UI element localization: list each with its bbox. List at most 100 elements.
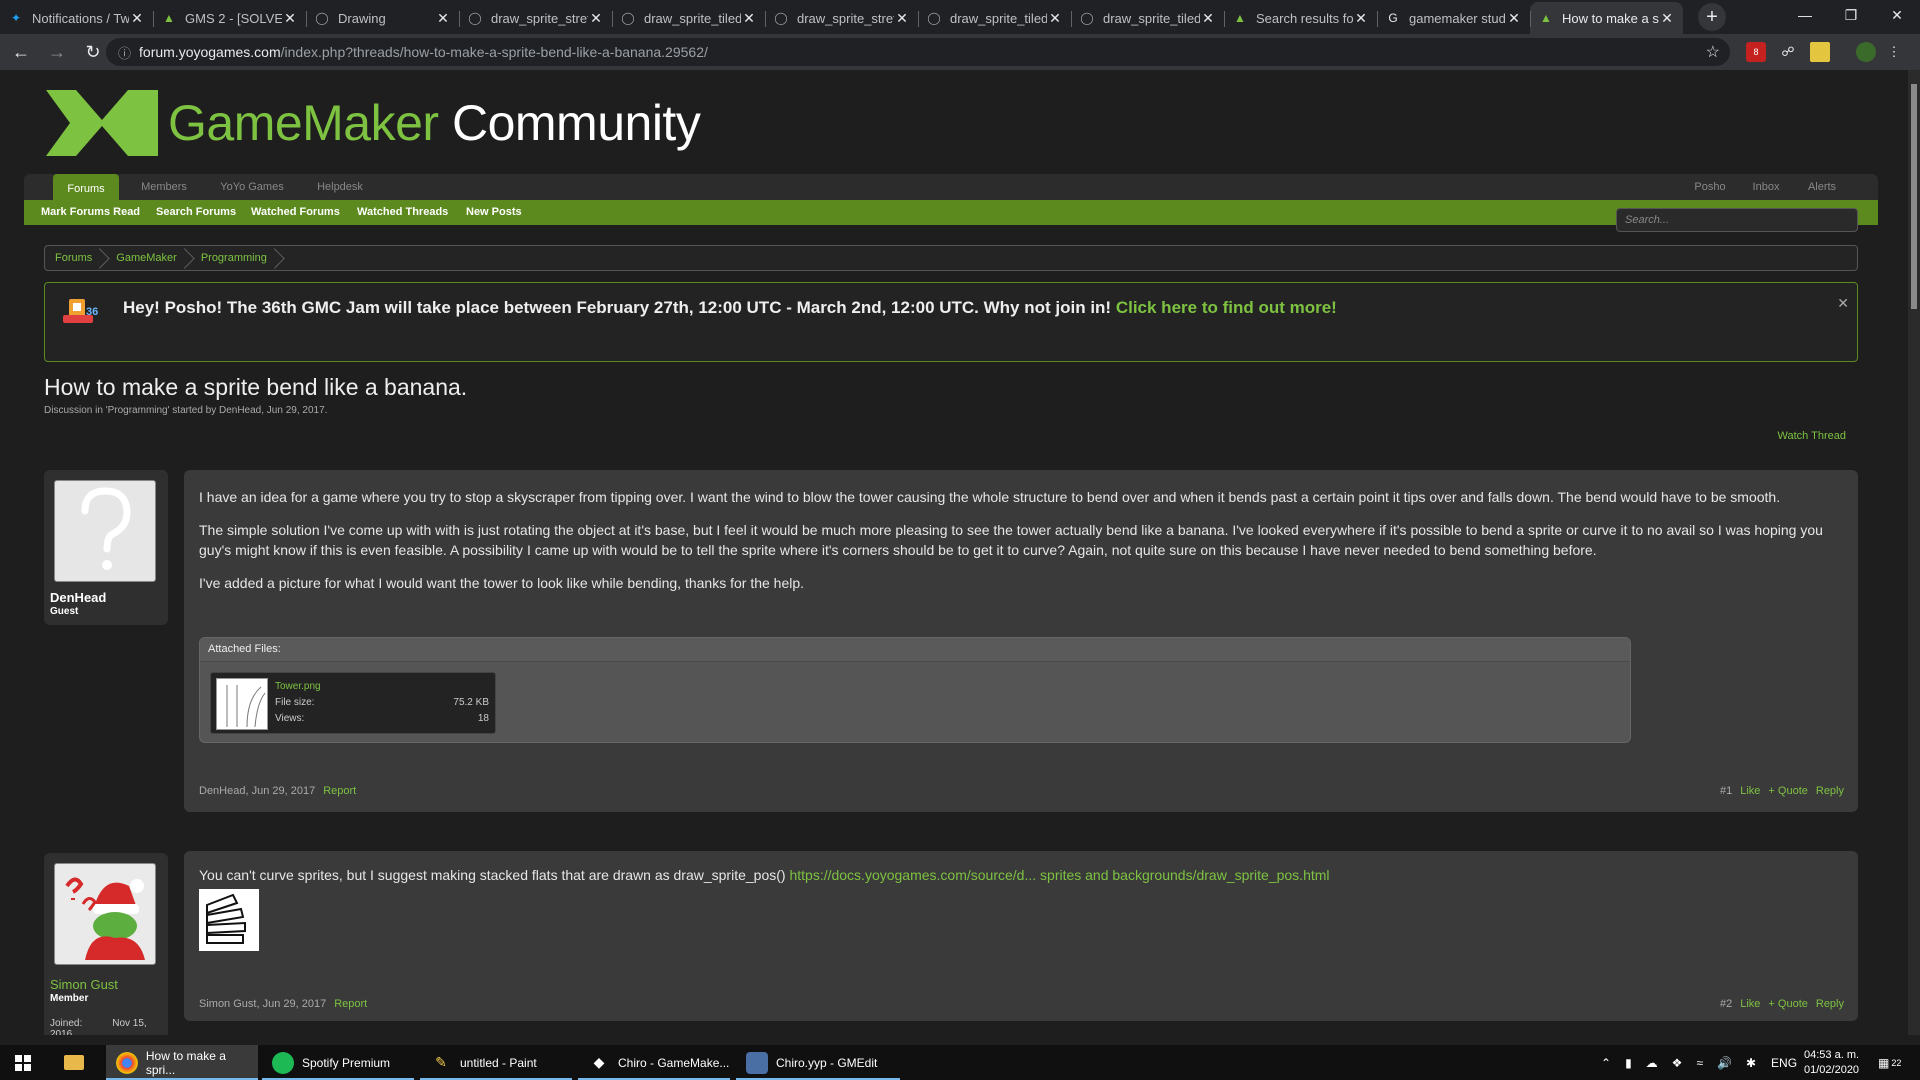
folder-icon [64,1055,84,1070]
dropbox-icon[interactable]: ❖ [1672,1056,1683,1070]
quote-link[interactable]: + Quote [1768,785,1807,797]
reply-link[interactable]: Reply [1816,785,1844,797]
taskbar-item-spotify[interactable]: Spotify Premium [262,1045,414,1080]
like-link[interactable]: Like [1740,785,1760,797]
windows-icon [15,1054,31,1071]
mail-extension-icon[interactable]: 8 [1746,42,1766,62]
volume-icon[interactable]: 🔊 [1717,1056,1732,1070]
tab-close-icon[interactable]: ✕ [1506,10,1522,27]
post-number[interactable]: #1 [1720,785,1732,797]
profile-avatar[interactable] [1856,42,1876,62]
menu-icon[interactable]: ⋮ [1884,42,1904,62]
reply-link[interactable]: Reply [1816,998,1844,1010]
url-bar[interactable]: ⓘ forum.yoyogames.com/index.php?threads/… [106,38,1730,66]
tab-close-icon[interactable]: ✕ [129,10,145,27]
wifi-icon[interactable]: ≈ [1696,1056,1703,1070]
report-link[interactable]: Report [334,998,367,1010]
url-path: /index.php?threads/how-to-make-a-sprite-… [280,44,708,60]
post-1-paragraph: I've added a picture for what I would wa… [199,575,805,591]
tab-close-icon[interactable]: ✕ [588,10,604,27]
search-forums-link[interactable]: Search Forums [156,206,236,218]
post-2-author-date[interactable]: Simon Gust, Jun 29, 2017 [199,998,326,1010]
bluetooth-icon[interactable]: ✱ [1746,1056,1756,1070]
minimize-icon[interactable]: — [1782,0,1828,30]
tab-close-icon[interactable]: ✕ [435,10,451,27]
browser-tab[interactable]: ▲ GMS 2 - [SOLVED]✕ [153,2,306,34]
browser-tab[interactable]: ▲ Search results for ✕ [1224,2,1377,34]
post-1-author-date[interactable]: DenHead, Jun 29, 2017 [199,785,315,797]
breadcrumb-gamemaker[interactable]: GameMaker [106,246,191,270]
browser-tab[interactable]: ◯ draw_sprite_tiled_ext✕ [1071,2,1224,34]
attachment-filename[interactable]: Tower.png [275,679,489,695]
avatar[interactable] [54,480,156,582]
tray-chevron-icon[interactable]: ⌃ [1601,1056,1611,1070]
language-indicator[interactable]: ENG [1771,1056,1797,1070]
search-input[interactable]: Search... [1616,208,1858,232]
like-link[interactable]: Like [1740,998,1760,1010]
post-number[interactable]: #2 [1720,998,1732,1010]
tab-yoyogames[interactable]: YoYo Games [214,174,290,200]
watch-thread-link[interactable]: Watch Thread [1778,430,1846,442]
tab-close-icon[interactable]: ✕ [1659,10,1675,27]
new-tab-button[interactable]: + [1698,3,1726,31]
browser-tab[interactable]: ◯ draw_sprite_stretched✕ [459,2,612,34]
tab-close-icon[interactable]: ✕ [741,10,757,27]
forward-icon[interactable]: → [42,42,72,63]
browser-tab[interactable]: ▲ How to make a sprite✕ [1530,2,1683,34]
quote-link[interactable]: + Quote [1768,998,1807,1010]
report-link[interactable]: Report [323,785,356,797]
mark-forums-read-link[interactable]: Mark Forums Read [41,206,140,218]
taskbar-item-chrome[interactable]: How to make a spri... [106,1045,258,1080]
pocket-icon[interactable]: ☍ [1778,42,1798,62]
tab-helpdesk[interactable]: Helpdesk [310,174,370,200]
watched-threads-link[interactable]: Watched Threads [357,206,448,218]
nav-alerts[interactable]: Alerts [1802,174,1842,200]
nav-inbox[interactable]: Inbox [1746,174,1786,200]
breadcrumb-forums[interactable]: Forums [45,246,106,270]
browser-tab[interactable]: ◯ Drawing ✕ [306,2,459,34]
restore-icon[interactable]: ❐ [1828,0,1874,30]
site-logo[interactable]: GameMaker Community [46,90,701,156]
page-scrollbar[interactable] [1908,70,1920,1035]
browser-tab[interactable]: ◯ draw_sprite_tiled ✕ [612,2,765,34]
post-2-link[interactable]: https://docs.yoyogames.com/source/d... s… [789,867,1329,883]
clock[interactable]: 04:53 a. m. 01/02/2020 [1804,1048,1859,1078]
notice-link[interactable]: Click here to find out more! [1116,298,1337,317]
browser-tab[interactable]: ◯ draw_sprite_tiled_ext✕ [918,2,1071,34]
post-1-username[interactable]: DenHead [50,590,106,605]
nav-account[interactable]: Posho [1688,174,1732,200]
notice-close-icon[interactable]: ✕ [1837,295,1849,312]
taskbar-item-gamemaker[interactable]: ◆ Chiro - GameMake... [578,1045,730,1080]
browser-tab[interactable]: Ggamemaker studio ✕ [1377,2,1530,34]
bookmark-star-icon[interactable]: ☆ [1706,42,1720,62]
tab-close-icon[interactable]: ✕ [894,10,910,27]
new-posts-link[interactable]: New Posts [466,206,522,218]
attachment-tower[interactable]: Tower.png File size: 75.2 KB Views: 18 [210,672,496,734]
close-window-icon[interactable]: ✕ [1874,0,1920,30]
browser-tab[interactable]: ◯ draw_sprite_stretched✕ [765,2,918,34]
back-icon[interactable]: ← [6,42,36,63]
tab-close-icon[interactable]: ✕ [1047,10,1063,27]
start-button[interactable] [0,1045,46,1080]
tab-close-icon[interactable]: ✕ [1353,10,1369,27]
post-2-username[interactable]: Simon Gust [50,977,118,992]
cloud-icon[interactable]: ☁ [1646,1056,1658,1070]
browser-tab[interactable]: ✦ Notifications / Twitter✕ [0,2,153,34]
taskbar-item-gmedit[interactable]: Chiro.yyp - GMEdit [736,1045,900,1080]
notification-center[interactable]: ▦ 22 [1878,1045,1901,1080]
breadcrumb-programming[interactable]: Programming [191,246,281,270]
extension-icon[interactable] [1810,42,1830,62]
tab-close-icon[interactable]: ✕ [282,10,298,27]
attachment-thumbnail[interactable] [216,678,268,730]
info-icon[interactable]: ⓘ [118,43,131,62]
reload-icon[interactable]: ↻ [78,42,108,63]
taskbar-item-paint[interactable]: ✎ untitled - Paint [420,1045,572,1080]
tab-close-icon[interactable]: ✕ [1200,10,1216,27]
file-explorer-button[interactable] [52,1045,96,1080]
battery-icon[interactable]: ▮ [1625,1056,1632,1070]
scrollbar-thumb[interactable] [1911,84,1917,309]
post-2-image[interactable] [199,889,259,951]
tab-members[interactable]: Members [134,174,194,200]
watched-forums-link[interactable]: Watched Forums [251,206,340,218]
avatar[interactable] [54,863,156,965]
